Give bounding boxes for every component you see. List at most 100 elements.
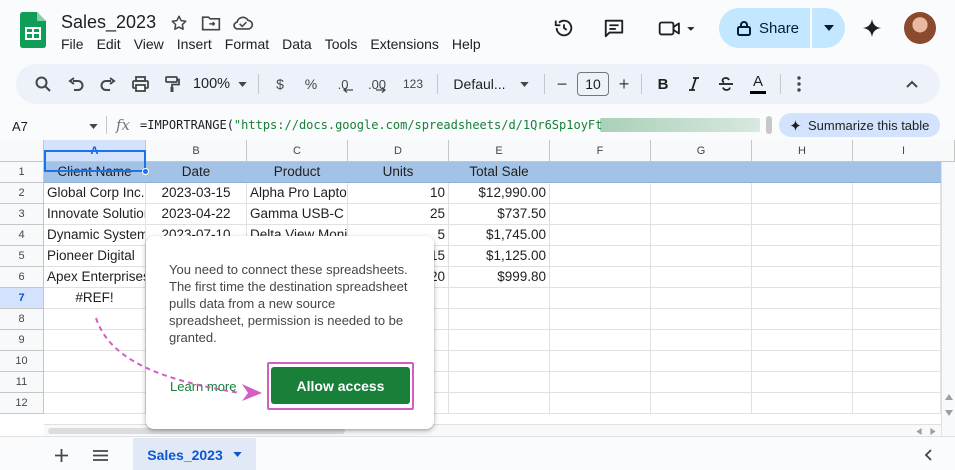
column-header-h[interactable]: H xyxy=(752,140,853,162)
sheet-tab-sales-2023[interactable]: Sales_2023 xyxy=(133,438,256,470)
gemini-sparkle-icon[interactable] xyxy=(860,16,884,40)
row-header-12[interactable]: 12 xyxy=(0,393,44,414)
cell-empty[interactable] xyxy=(550,246,651,267)
cell-empty[interactable] xyxy=(752,372,853,393)
cell-empty[interactable] xyxy=(550,393,651,414)
menu-insert[interactable]: Insert xyxy=(177,36,212,52)
column-header-b[interactable]: B xyxy=(146,140,247,162)
cell-total-sale[interactable]: $12,990.00 xyxy=(449,183,550,204)
star-icon[interactable] xyxy=(168,12,190,34)
cell-date[interactable]: 2023-03-15 xyxy=(146,183,247,204)
strikethrough-icon[interactable] xyxy=(710,70,742,98)
cell-empty[interactable] xyxy=(651,225,752,246)
cell-product[interactable]: Alpha Pro Laptop xyxy=(247,183,348,204)
move-folder-icon[interactable] xyxy=(200,12,222,34)
column-header-f[interactable]: F xyxy=(550,140,651,162)
cell-empty[interactable] xyxy=(44,309,146,330)
cell-empty[interactable] xyxy=(550,204,651,225)
cell-empty[interactable] xyxy=(853,225,941,246)
cell-empty[interactable] xyxy=(550,225,651,246)
chevron-left-icon[interactable] xyxy=(919,446,937,464)
cell-empty[interactable] xyxy=(853,372,941,393)
decrease-font-size-button[interactable]: − xyxy=(551,70,573,98)
cell-empty[interactable] xyxy=(449,351,550,372)
header-cell-product[interactable]: Product xyxy=(247,162,348,183)
cell-empty[interactable] xyxy=(550,309,651,330)
cell-client-name[interactable]: Innovate Solutions xyxy=(44,204,146,225)
fill-handle[interactable] xyxy=(142,168,149,175)
allow-access-button[interactable]: Allow access xyxy=(271,367,410,404)
row-header-2[interactable]: 2 xyxy=(0,183,44,204)
menu-data[interactable]: Data xyxy=(282,36,312,52)
header-cell-empty[interactable] xyxy=(853,162,941,183)
increase-decimal-button[interactable]: .00 xyxy=(359,70,395,98)
cell-empty[interactable] xyxy=(449,288,550,309)
increase-font-size-button[interactable]: + xyxy=(613,70,635,98)
cell-empty[interactable] xyxy=(853,330,941,351)
column-header-g[interactable]: G xyxy=(651,140,752,162)
header-cell-empty[interactable] xyxy=(550,162,651,183)
cell-empty[interactable] xyxy=(651,309,752,330)
paint-format-icon[interactable] xyxy=(156,70,188,98)
cell-client-name[interactable]: Apex Enterprises xyxy=(44,267,146,288)
row-header-8[interactable]: 8 xyxy=(0,309,44,330)
row-header-5[interactable]: 5 xyxy=(0,246,44,267)
cell-empty[interactable] xyxy=(651,330,752,351)
cell-total-sale[interactable]: $737.50 xyxy=(449,204,550,225)
cell-empty[interactable] xyxy=(449,330,550,351)
cell-empty[interactable] xyxy=(449,393,550,414)
header-cell-total-sale[interactable]: Total Sale xyxy=(449,162,550,183)
cell-empty[interactable] xyxy=(550,351,651,372)
menu-tools[interactable]: Tools xyxy=(325,36,358,52)
cell-product[interactable]: Gamma USB-C xyxy=(247,204,348,225)
more-options-icon[interactable] xyxy=(787,70,811,98)
cell-empty[interactable] xyxy=(752,204,853,225)
percent-format-button[interactable]: % xyxy=(295,70,327,98)
cell-empty[interactable] xyxy=(44,372,146,393)
italic-icon[interactable] xyxy=(678,70,710,98)
cell-date[interactable]: 2023-04-22 xyxy=(146,204,247,225)
all-sheets-menu-icon[interactable] xyxy=(91,446,109,464)
column-header-c[interactable]: C xyxy=(247,140,348,162)
cell-empty[interactable] xyxy=(752,351,853,372)
account-avatar[interactable] xyxy=(904,12,936,44)
row-header-11[interactable]: 11 xyxy=(0,372,44,393)
cell-empty[interactable] xyxy=(752,288,853,309)
cloud-saved-icon[interactable] xyxy=(232,12,254,34)
cell-client-name[interactable]: Pioneer Digital xyxy=(44,246,146,267)
menu-edit[interactable]: Edit xyxy=(97,36,121,52)
row-header-6[interactable]: 6 xyxy=(0,267,44,288)
row-header-7[interactable]: 7 xyxy=(0,288,44,309)
column-header-e[interactable]: E xyxy=(449,140,550,162)
cell-empty[interactable] xyxy=(853,288,941,309)
cell-units[interactable]: 25 xyxy=(348,204,449,225)
text-color-button[interactable]: A xyxy=(742,70,774,98)
search-menus-icon[interactable] xyxy=(26,70,60,98)
row-header-3[interactable]: 3 xyxy=(0,204,44,225)
version-history-icon[interactable] xyxy=(552,16,576,40)
cell-empty[interactable] xyxy=(550,288,651,309)
menu-view[interactable]: View xyxy=(134,36,164,52)
currency-format-button[interactable]: $ xyxy=(265,70,295,98)
document-title[interactable]: Sales_2023 xyxy=(61,12,156,33)
bold-button[interactable]: B xyxy=(648,70,678,98)
menu-file[interactable]: File xyxy=(61,36,84,52)
cell-empty[interactable] xyxy=(752,393,853,414)
cell-empty[interactable] xyxy=(44,330,146,351)
header-cell-units[interactable]: Units xyxy=(348,162,449,183)
caret-down-icon[interactable] xyxy=(233,452,242,457)
more-formats-button[interactable]: 123 xyxy=(395,70,431,98)
scroll-up-icon[interactable] xyxy=(945,394,953,400)
cell-empty[interactable] xyxy=(449,309,550,330)
formula-input[interactable]: =IMPORTRANGE("https://docs.google.com/sp… xyxy=(140,118,602,132)
cell-empty[interactable] xyxy=(853,246,941,267)
scroll-right-icon[interactable] xyxy=(930,428,936,435)
cell-empty[interactable] xyxy=(651,288,752,309)
scroll-down-icon[interactable] xyxy=(945,410,953,416)
share-button[interactable]: Share xyxy=(719,8,809,48)
cell-empty[interactable] xyxy=(853,204,941,225)
cell-empty[interactable] xyxy=(651,267,752,288)
column-header-d[interactable]: D xyxy=(348,140,449,162)
header-cell-empty[interactable] xyxy=(651,162,752,183)
cell-empty[interactable] xyxy=(752,183,853,204)
